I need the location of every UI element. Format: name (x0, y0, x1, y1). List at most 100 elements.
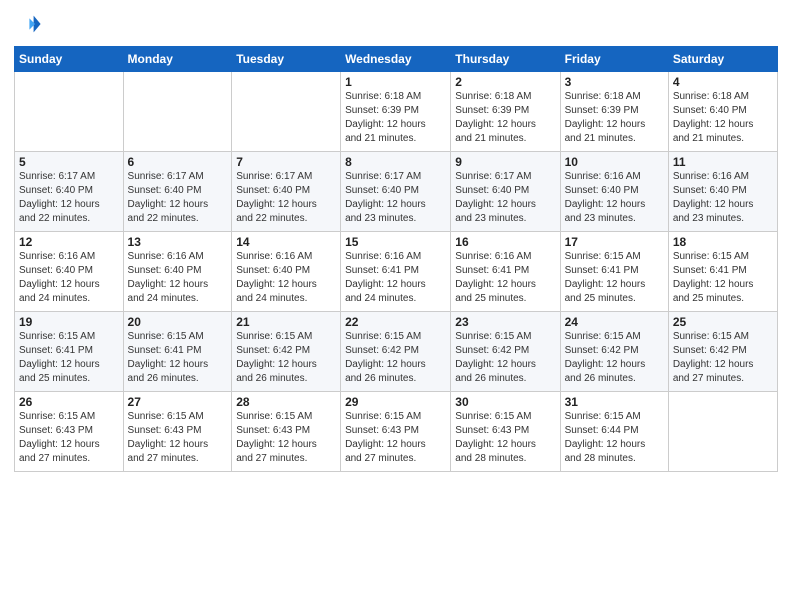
calendar-cell: 26Sunrise: 6:15 AM Sunset: 6:43 PM Dayli… (15, 392, 124, 472)
calendar-cell: 17Sunrise: 6:15 AM Sunset: 6:41 PM Dayli… (560, 232, 668, 312)
calendar-cell: 3Sunrise: 6:18 AM Sunset: 6:39 PM Daylig… (560, 72, 668, 152)
day-number: 13 (128, 235, 228, 249)
day-number: 19 (19, 315, 119, 329)
day-info: Sunrise: 6:15 AM Sunset: 6:41 PM Dayligh… (19, 330, 119, 386)
calendar-cell (123, 72, 232, 152)
weekday-header-row: SundayMondayTuesdayWednesdayThursdayFrid… (15, 47, 778, 72)
day-number: 8 (345, 155, 446, 169)
day-number: 2 (455, 75, 555, 89)
calendar-cell: 28Sunrise: 6:15 AM Sunset: 6:43 PM Dayli… (232, 392, 341, 472)
calendar-cell: 10Sunrise: 6:16 AM Sunset: 6:40 PM Dayli… (560, 152, 668, 232)
weekday-saturday: Saturday (668, 47, 777, 72)
day-number: 6 (128, 155, 228, 169)
day-info: Sunrise: 6:18 AM Sunset: 6:39 PM Dayligh… (565, 90, 664, 146)
calendar-cell (15, 72, 124, 152)
day-info: Sunrise: 6:15 AM Sunset: 6:42 PM Dayligh… (565, 330, 664, 386)
day-info: Sunrise: 6:15 AM Sunset: 6:41 PM Dayligh… (128, 330, 228, 386)
day-info: Sunrise: 6:17 AM Sunset: 6:40 PM Dayligh… (455, 170, 555, 226)
calendar-week-2: 12Sunrise: 6:16 AM Sunset: 6:40 PM Dayli… (15, 232, 778, 312)
day-number: 20 (128, 315, 228, 329)
day-info: Sunrise: 6:15 AM Sunset: 6:43 PM Dayligh… (345, 410, 446, 466)
weekday-sunday: Sunday (15, 47, 124, 72)
day-number: 31 (565, 395, 664, 409)
day-info: Sunrise: 6:15 AM Sunset: 6:41 PM Dayligh… (565, 250, 664, 306)
day-number: 9 (455, 155, 555, 169)
day-info: Sunrise: 6:15 AM Sunset: 6:43 PM Dayligh… (236, 410, 336, 466)
calendar-week-3: 19Sunrise: 6:15 AM Sunset: 6:41 PM Dayli… (15, 312, 778, 392)
day-info: Sunrise: 6:15 AM Sunset: 6:42 PM Dayligh… (455, 330, 555, 386)
calendar-cell: 19Sunrise: 6:15 AM Sunset: 6:41 PM Dayli… (15, 312, 124, 392)
weekday-friday: Friday (560, 47, 668, 72)
calendar-cell (232, 72, 341, 152)
day-info: Sunrise: 6:16 AM Sunset: 6:40 PM Dayligh… (236, 250, 336, 306)
day-number: 17 (565, 235, 664, 249)
calendar-cell: 22Sunrise: 6:15 AM Sunset: 6:42 PM Dayli… (341, 312, 451, 392)
calendar-cell: 21Sunrise: 6:15 AM Sunset: 6:42 PM Dayli… (232, 312, 341, 392)
day-number: 28 (236, 395, 336, 409)
calendar-cell: 9Sunrise: 6:17 AM Sunset: 6:40 PM Daylig… (451, 152, 560, 232)
day-number: 5 (19, 155, 119, 169)
day-number: 27 (128, 395, 228, 409)
day-info: Sunrise: 6:16 AM Sunset: 6:41 PM Dayligh… (345, 250, 446, 306)
calendar-cell: 24Sunrise: 6:15 AM Sunset: 6:42 PM Dayli… (560, 312, 668, 392)
calendar-week-4: 26Sunrise: 6:15 AM Sunset: 6:43 PM Dayli… (15, 392, 778, 472)
day-info: Sunrise: 6:16 AM Sunset: 6:40 PM Dayligh… (673, 170, 773, 226)
calendar-cell: 14Sunrise: 6:16 AM Sunset: 6:40 PM Dayli… (232, 232, 341, 312)
calendar-cell: 1Sunrise: 6:18 AM Sunset: 6:39 PM Daylig… (341, 72, 451, 152)
day-info: Sunrise: 6:15 AM Sunset: 6:42 PM Dayligh… (345, 330, 446, 386)
calendar-cell: 8Sunrise: 6:17 AM Sunset: 6:40 PM Daylig… (341, 152, 451, 232)
day-number: 23 (455, 315, 555, 329)
day-info: Sunrise: 6:18 AM Sunset: 6:40 PM Dayligh… (673, 90, 773, 146)
weekday-tuesday: Tuesday (232, 47, 341, 72)
calendar-cell: 29Sunrise: 6:15 AM Sunset: 6:43 PM Dayli… (341, 392, 451, 472)
day-info: Sunrise: 6:16 AM Sunset: 6:40 PM Dayligh… (19, 250, 119, 306)
day-number: 10 (565, 155, 664, 169)
calendar-cell: 7Sunrise: 6:17 AM Sunset: 6:40 PM Daylig… (232, 152, 341, 232)
day-info: Sunrise: 6:16 AM Sunset: 6:41 PM Dayligh… (455, 250, 555, 306)
day-number: 14 (236, 235, 336, 249)
day-info: Sunrise: 6:15 AM Sunset: 6:41 PM Dayligh… (673, 250, 773, 306)
calendar-cell: 15Sunrise: 6:16 AM Sunset: 6:41 PM Dayli… (341, 232, 451, 312)
calendar-cell: 31Sunrise: 6:15 AM Sunset: 6:44 PM Dayli… (560, 392, 668, 472)
day-number: 24 (565, 315, 664, 329)
calendar-week-1: 5 Sunrise: 6:17 AM Sunset: 6:40 PM Daylig… (15, 152, 778, 232)
day-info: Sunrise: 6:15 AM Sunset: 6:43 PM Dayligh… (128, 410, 228, 466)
day-number: 29 (345, 395, 446, 409)
header (14, 10, 778, 38)
day-number: 4 (673, 75, 773, 89)
calendar-cell: 13Sunrise: 6:16 AM Sunset: 6:40 PM Dayli… (123, 232, 232, 312)
day-info: Sunrise: 6:15 AM Sunset: 6:42 PM Dayligh… (673, 330, 773, 386)
day-number: 25 (673, 315, 773, 329)
calendar-cell: 25Sunrise: 6:15 AM Sunset: 6:42 PM Dayli… (668, 312, 777, 392)
day-number: 12 (19, 235, 119, 249)
calendar-cell: 27Sunrise: 6:15 AM Sunset: 6:43 PM Dayli… (123, 392, 232, 472)
weekday-wednesday: Wednesday (341, 47, 451, 72)
day-info: Sunrise: 6:15 AM Sunset: 6:42 PM Dayligh… (236, 330, 336, 386)
calendar-cell: 11Sunrise: 6:16 AM Sunset: 6:40 PM Dayli… (668, 152, 777, 232)
day-info: Sunrise: 6:17 AM Sunset: 6:40 PM Dayligh… (345, 170, 446, 226)
calendar-table: SundayMondayTuesdayWednesdayThursdayFrid… (14, 46, 778, 472)
page: SundayMondayTuesdayWednesdayThursdayFrid… (0, 0, 792, 612)
day-info: Sunrise: 6:15 AM Sunset: 6:44 PM Dayligh… (565, 410, 664, 466)
calendar-cell: 6Sunrise: 6:17 AM Sunset: 6:40 PM Daylig… (123, 152, 232, 232)
day-number: 15 (345, 235, 446, 249)
calendar-cell: 16Sunrise: 6:16 AM Sunset: 6:41 PM Dayli… (451, 232, 560, 312)
day-info: Sunrise: 6:18 AM Sunset: 6:39 PM Dayligh… (345, 90, 446, 146)
day-number: 16 (455, 235, 555, 249)
calendar-cell: 20Sunrise: 6:15 AM Sunset: 6:41 PM Dayli… (123, 312, 232, 392)
calendar-cell: 23Sunrise: 6:15 AM Sunset: 6:42 PM Dayli… (451, 312, 560, 392)
calendar-week-0: 1Sunrise: 6:18 AM Sunset: 6:39 PM Daylig… (15, 72, 778, 152)
day-info: Sunrise: 6:17 AM Sunset: 6:40 PM Dayligh… (128, 170, 228, 226)
calendar-cell: 12Sunrise: 6:16 AM Sunset: 6:40 PM Dayli… (15, 232, 124, 312)
day-info: Sunrise: 6:17 AM Sunset: 6:40 PM Dayligh… (236, 170, 336, 226)
day-info: Sunrise: 6:15 AM Sunset: 6:43 PM Dayligh… (455, 410, 555, 466)
day-number: 30 (455, 395, 555, 409)
calendar-cell: 30Sunrise: 6:15 AM Sunset: 6:43 PM Dayli… (451, 392, 560, 472)
day-number: 26 (19, 395, 119, 409)
day-info: Sunrise: 6:15 AM Sunset: 6:43 PM Dayligh… (19, 410, 119, 466)
day-number: 3 (565, 75, 664, 89)
day-number: 1 (345, 75, 446, 89)
logo-icon (14, 10, 42, 38)
day-info: Sunrise: 6:16 AM Sunset: 6:40 PM Dayligh… (565, 170, 664, 226)
day-number: 11 (673, 155, 773, 169)
